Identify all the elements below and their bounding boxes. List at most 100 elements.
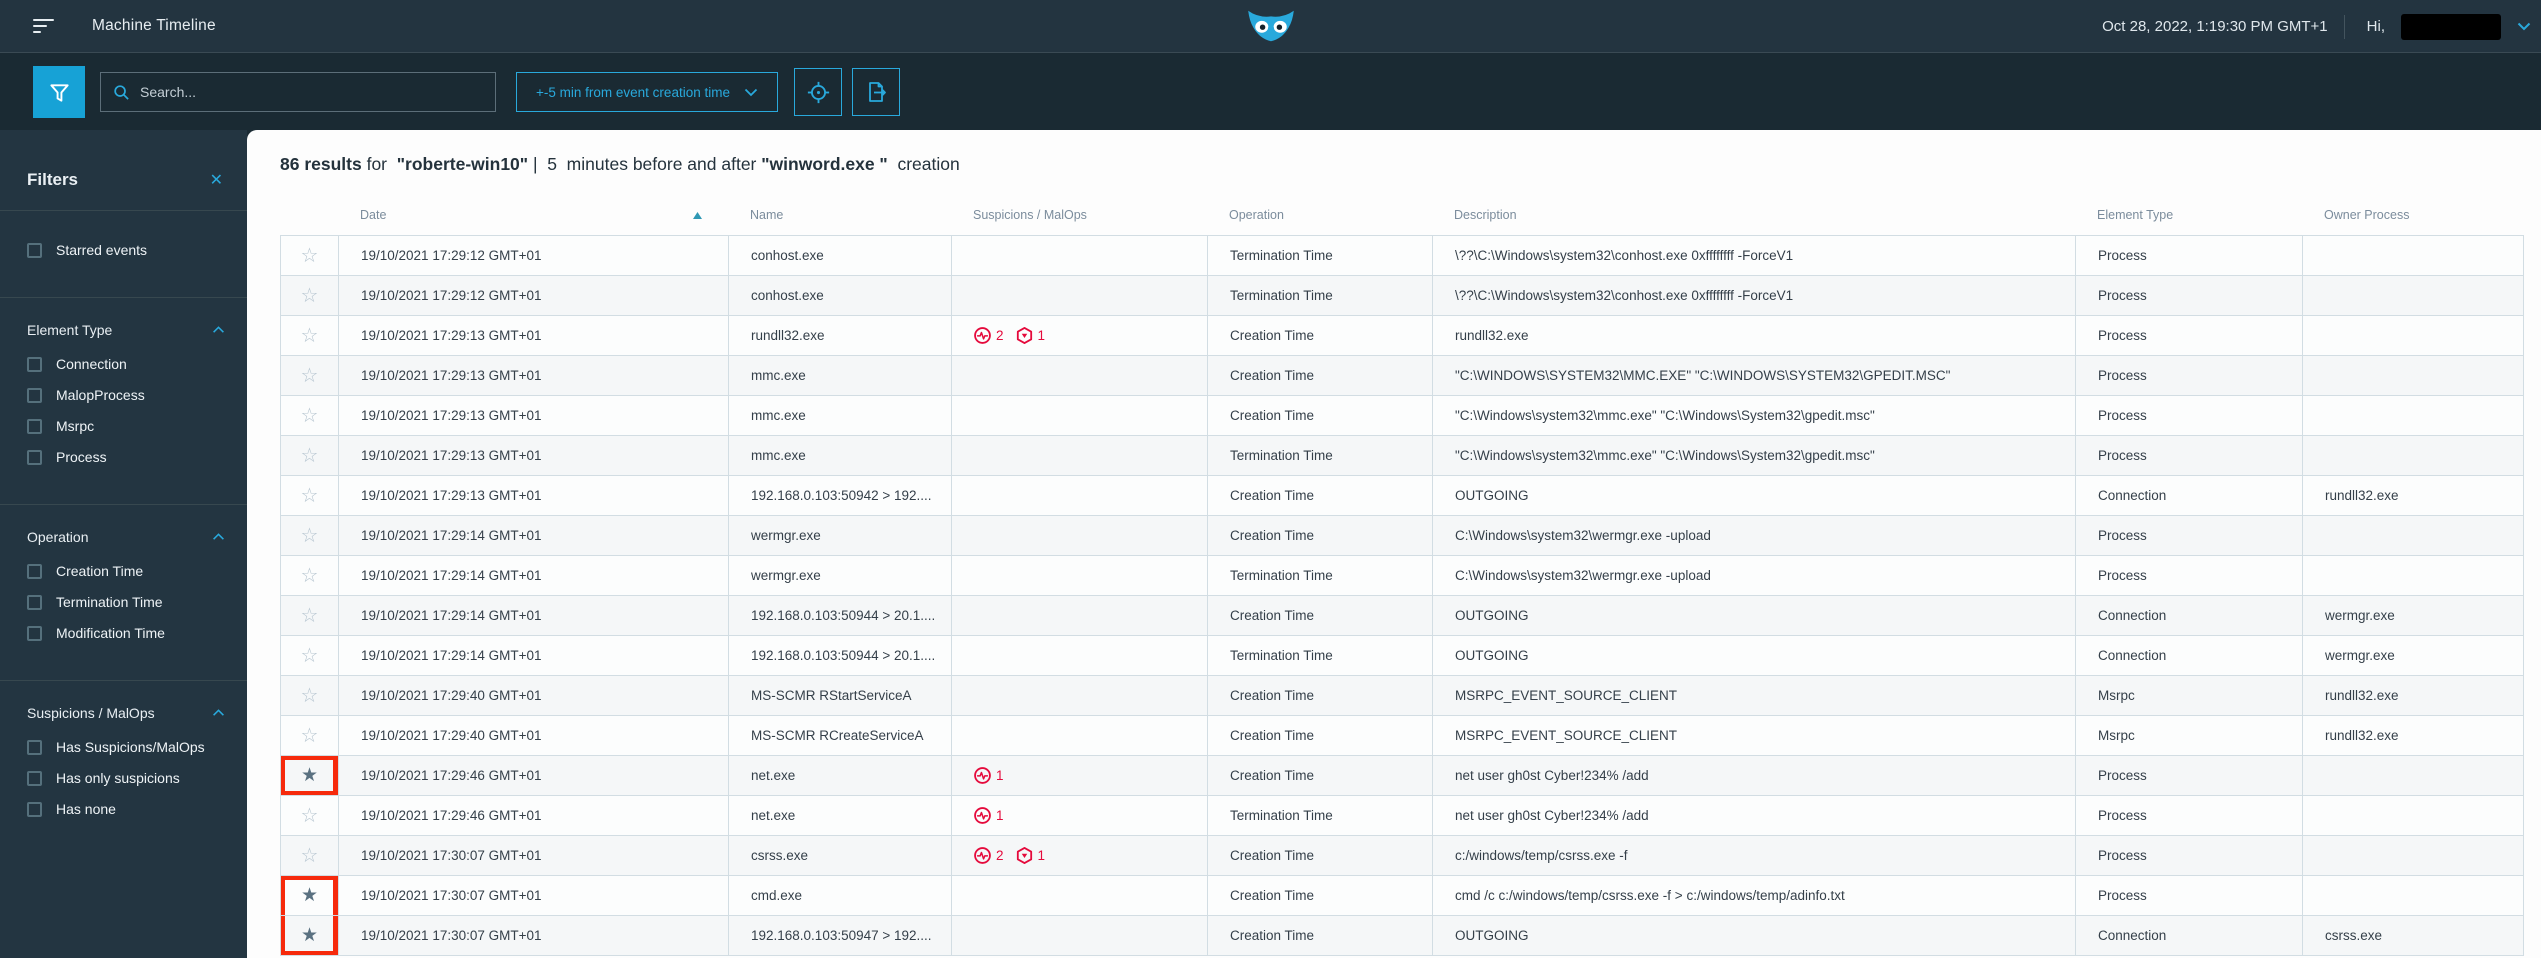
malop-shield-icon [1016,327,1033,344]
table-row[interactable]: ☆ 19/10/2021 17:30:07 GMT+01 csrss.exe 2 1 Cr… [281,836,2523,876]
user-menu-chevron-down-icon[interactable] [2517,22,2531,31]
column-header-description[interactable]: Description [1432,208,2075,222]
cell-owner-process [2303,796,2523,835]
search-box[interactable] [100,72,496,112]
table-row[interactable]: ★ 19/10/2021 17:30:07 GMT+01 192.168.0.103… [281,916,2523,956]
filter-section-header[interactable]: Suspicions / MalOps [27,705,225,721]
filter-item-has-only-suspicions[interactable]: Has only suspicions [27,770,225,786]
star-icon-outline[interactable]: ☆ [301,286,319,306]
table-row[interactable]: ☆ 19/10/2021 17:29:14 GMT+01 192.168.0.103… [281,636,2523,676]
filter-item-has-suspicions-malops[interactable]: Has Suspicions/MalOps [27,739,225,755]
cell-description: "C:\Windows\system32\mmc.exe" "C:\Window… [1433,436,2076,475]
filter-toggle-button[interactable] [33,66,85,118]
star-icon-outline[interactable]: ☆ [301,726,319,746]
checkbox[interactable] [27,739,42,755]
cell-name: net.exe [729,756,952,795]
table-row[interactable]: ☆ 19/10/2021 17:29:13 GMT+01 mmc.exe Creati… [281,356,2523,396]
checkbox[interactable] [27,242,42,258]
table-row[interactable]: ☆ 19/10/2021 17:29:14 GMT+01 wermgr.exe Ter… [281,556,2523,596]
column-header-owner-process[interactable]: Owner Process [2302,208,2522,222]
star-icon-filled[interactable]: ★ [301,766,318,785]
checkbox[interactable] [27,801,42,817]
star-icon-outline[interactable]: ☆ [301,326,319,346]
star-icon-outline[interactable]: ☆ [301,846,319,866]
table-row[interactable]: ★ 19/10/2021 17:29:46 GMT+01 net.exe 1 Creat… [281,756,2523,796]
table-row[interactable]: ☆ 19/10/2021 17:29:13 GMT+01 mmc.exe Termin… [281,436,2523,476]
table-row[interactable]: ☆ 19/10/2021 17:29:46 GMT+01 net.exe 1 Termi… [281,796,2523,836]
sort-asc-icon[interactable] [693,211,702,219]
cell-element-type: Process [2076,316,2303,355]
cell-operation: Termination Time [1208,796,1433,835]
cell-element-type: Process [2076,276,2303,315]
star-icon-outline[interactable]: ☆ [301,566,319,586]
filter-item-starred-events[interactable]: Starred events [27,242,225,258]
filter-item-process[interactable]: Process [27,449,225,465]
table-row[interactable]: ☆ 19/10/2021 17:29:14 GMT+01 wermgr.exe Cre… [281,516,2523,556]
checkbox[interactable] [27,563,42,579]
cell-operation: Creation Time [1208,916,1433,955]
checkbox[interactable] [27,356,42,372]
search-input[interactable] [140,84,483,100]
table-row[interactable]: ☆ 19/10/2021 17:29:13 GMT+01 rundll32.exe 2… [281,316,2523,356]
cell-date: 19/10/2021 17:29:13 GMT+01 [339,396,729,435]
table-row[interactable]: ☆ 19/10/2021 17:29:14 GMT+01 192.168.0.103… [281,596,2523,636]
checkbox[interactable] [27,625,42,641]
filter-item-has-none[interactable]: Has none [27,801,225,817]
export-button[interactable] [852,68,900,116]
filter-item-msrpc[interactable]: Msrpc [27,418,225,434]
close-icon[interactable]: ✕ [210,170,223,190]
column-header-date[interactable]: Date [338,208,728,222]
checkbox[interactable] [27,770,42,786]
time-range-dropdown[interactable]: +-5 min from event creation time [516,72,778,112]
filter-item-malopprocess[interactable]: MalopProcess [27,387,225,403]
star-icon-outline[interactable]: ☆ [301,526,319,546]
star-icon-outline[interactable]: ☆ [301,366,319,386]
star-icon-outline[interactable]: ☆ [301,686,319,706]
column-header-name[interactable]: Name [728,208,951,222]
table-row[interactable]: ☆ 19/10/2021 17:29:12 GMT+01 conhost.exe Te… [281,236,2523,276]
filter-item-connection[interactable]: Connection [27,356,225,372]
star-icon-outline[interactable]: ☆ [301,486,319,506]
table-row[interactable]: ☆ 19/10/2021 17:29:40 GMT+01 MS-SCMR RCrea… [281,716,2523,756]
star-icon-outline[interactable]: ☆ [301,406,319,426]
checkbox[interactable] [27,594,42,610]
column-header-label: Element Type [2097,208,2174,222]
star-icon-outline[interactable]: ☆ [301,606,319,626]
cell-description: OUTGOING [1433,916,2076,955]
table-row[interactable]: ☆ 19/10/2021 17:29:40 GMT+01 MS-SCMR RStar… [281,676,2523,716]
checkbox[interactable] [27,449,42,465]
filter-section-header[interactable]: Element Type [27,322,225,338]
username-redacted[interactable] [2401,13,2501,40]
star-icon-outline[interactable]: ☆ [301,646,319,666]
table-row[interactable]: ☆ 19/10/2021 17:29:13 GMT+01 192.168.0.103… [281,476,2523,516]
locate-event-button[interactable] [794,68,842,116]
cell-date: 19/10/2021 17:29:40 GMT+01 [339,676,729,715]
star-icon-filled[interactable]: ★ [301,926,318,945]
filter-item-termination-time[interactable]: Termination Time [27,594,225,610]
filter-section-header[interactable]: Operation [27,529,225,545]
cell-operation: Creation Time [1208,716,1433,755]
table-row[interactable]: ☆ 19/10/2021 17:29:12 GMT+01 conhost.exe Te… [281,276,2523,316]
filter-item-modification-time[interactable]: Modification Time [27,625,225,641]
column-header-suspicions-malops[interactable]: Suspicions / MalOps [951,208,1207,222]
star-cell: ☆ [281,356,339,395]
cell-element-type: Connection [2076,916,2303,955]
filter-item-creation-time[interactable]: Creation Time [27,563,225,579]
column-header-operation[interactable]: Operation [1207,208,1432,222]
filter-item-label: Starred events [56,242,148,258]
cell-name: cmd.exe [729,876,952,915]
cell-date: 19/10/2021 17:29:14 GMT+01 [339,556,729,595]
star-icon-outline[interactable]: ☆ [301,246,319,266]
column-header-element-type[interactable]: Element Type [2075,208,2302,222]
checkbox[interactable] [27,418,42,434]
star-icon-outline[interactable]: ☆ [301,446,319,466]
table-row[interactable]: ☆ 19/10/2021 17:29:13 GMT+01 mmc.exe Creati… [281,396,2523,436]
search-icon [113,84,130,101]
star-icon-filled[interactable]: ★ [301,886,318,905]
menu-icon[interactable] [33,15,55,37]
table-row[interactable]: ★ 19/10/2021 17:30:07 GMT+01 cmd.exe Creati… [281,876,2523,916]
cell-element-type: Msrpc [2076,716,2303,755]
cell-owner-process: csrss.exe [2325,928,2383,943]
star-icon-outline[interactable]: ☆ [301,806,319,826]
checkbox[interactable] [27,387,42,403]
